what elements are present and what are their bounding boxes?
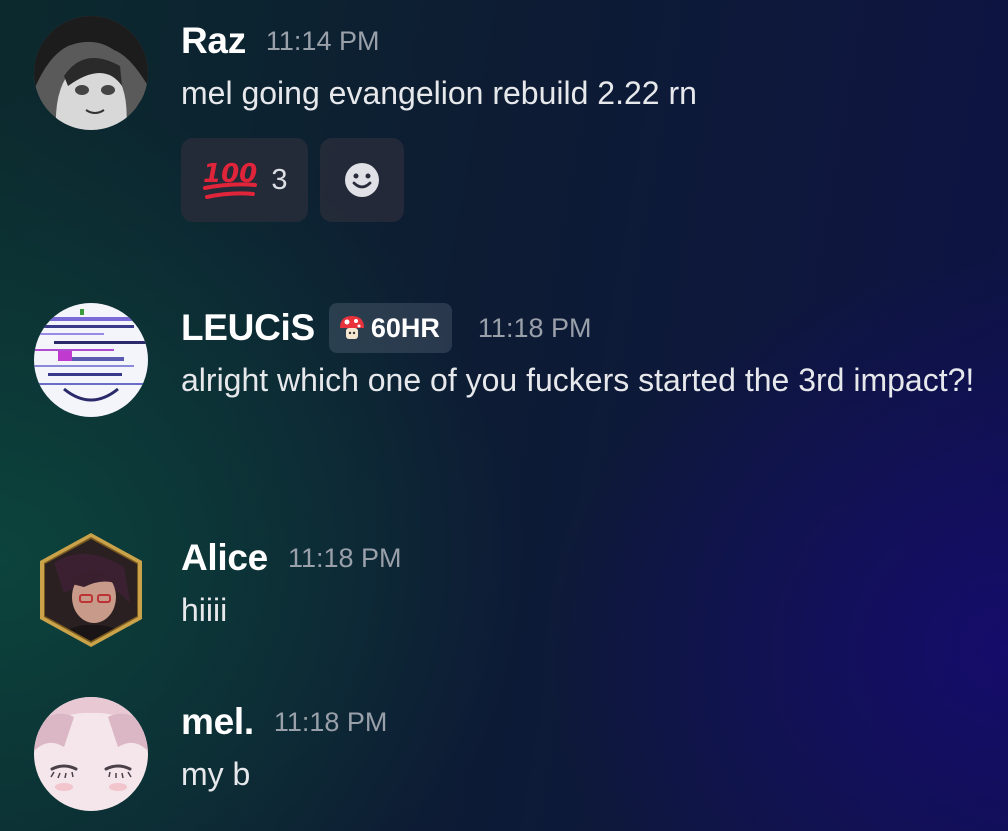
username[interactable]: mel. (181, 701, 254, 743)
message-text: mel going evangelion rebuild 2.22 rn (181, 75, 697, 111)
alice-avatar[interactable] (34, 533, 148, 647)
reaction-hundred[interactable]: 100 3 (181, 138, 308, 222)
mel-message-header: mel. 11:18 PM (181, 697, 988, 747)
timestamp: 11:18 PM (477, 312, 592, 343)
raz-avatar[interactable] (34, 16, 148, 130)
hexagon-framed-avatar-icon (40, 533, 142, 647)
username[interactable]: Raz (181, 20, 246, 62)
username[interactable]: LEUCiS (181, 307, 315, 349)
message-text: my b (181, 756, 251, 792)
reactions-row: 100 3 (181, 138, 988, 222)
username[interactable]: Alice (181, 537, 268, 579)
mushroom-icon (339, 316, 364, 339)
guild-tag-label: 60HR (370, 312, 440, 343)
alice-message-content: Alice 11:18 PM hiiii (181, 533, 988, 637)
glitch-art-avatar-icon (34, 303, 148, 417)
leucis-avatar[interactable] (34, 303, 148, 417)
message-text: alright which one of you fuckers started… (181, 362, 975, 398)
timestamp: 11:18 PM (287, 542, 402, 573)
anime-girl-avatar-icon (34, 16, 148, 130)
add-reaction-smiley-icon (345, 163, 379, 197)
leucis-message-content: LEUCiS 60HR 11:18 PM alright which one o… (181, 303, 988, 407)
guild-tag[interactable]: 60HR (328, 303, 452, 353)
add-reaction-button[interactable] (320, 138, 404, 222)
mel-message-content: mel. 11:18 PM my b (181, 697, 988, 801)
timestamp: 11:18 PM (273, 706, 388, 737)
reaction-count: 3 (271, 163, 288, 196)
alice-message-header: Alice 11:18 PM (181, 533, 988, 583)
pastel-anime-avatar-icon (34, 697, 148, 811)
raz-message-header: Raz 11:14 PM (181, 16, 988, 66)
message-text: hiiii (181, 592, 228, 628)
timestamp: 11:14 PM (265, 25, 380, 56)
raz-message-content: Raz 11:14 PM mel going evangelion rebuil… (181, 16, 988, 222)
hundred-points-icon: 100 (203, 159, 258, 199)
mel-avatar[interactable] (34, 697, 148, 811)
leucis-message-header: LEUCiS 60HR 11:18 PM (181, 303, 988, 353)
